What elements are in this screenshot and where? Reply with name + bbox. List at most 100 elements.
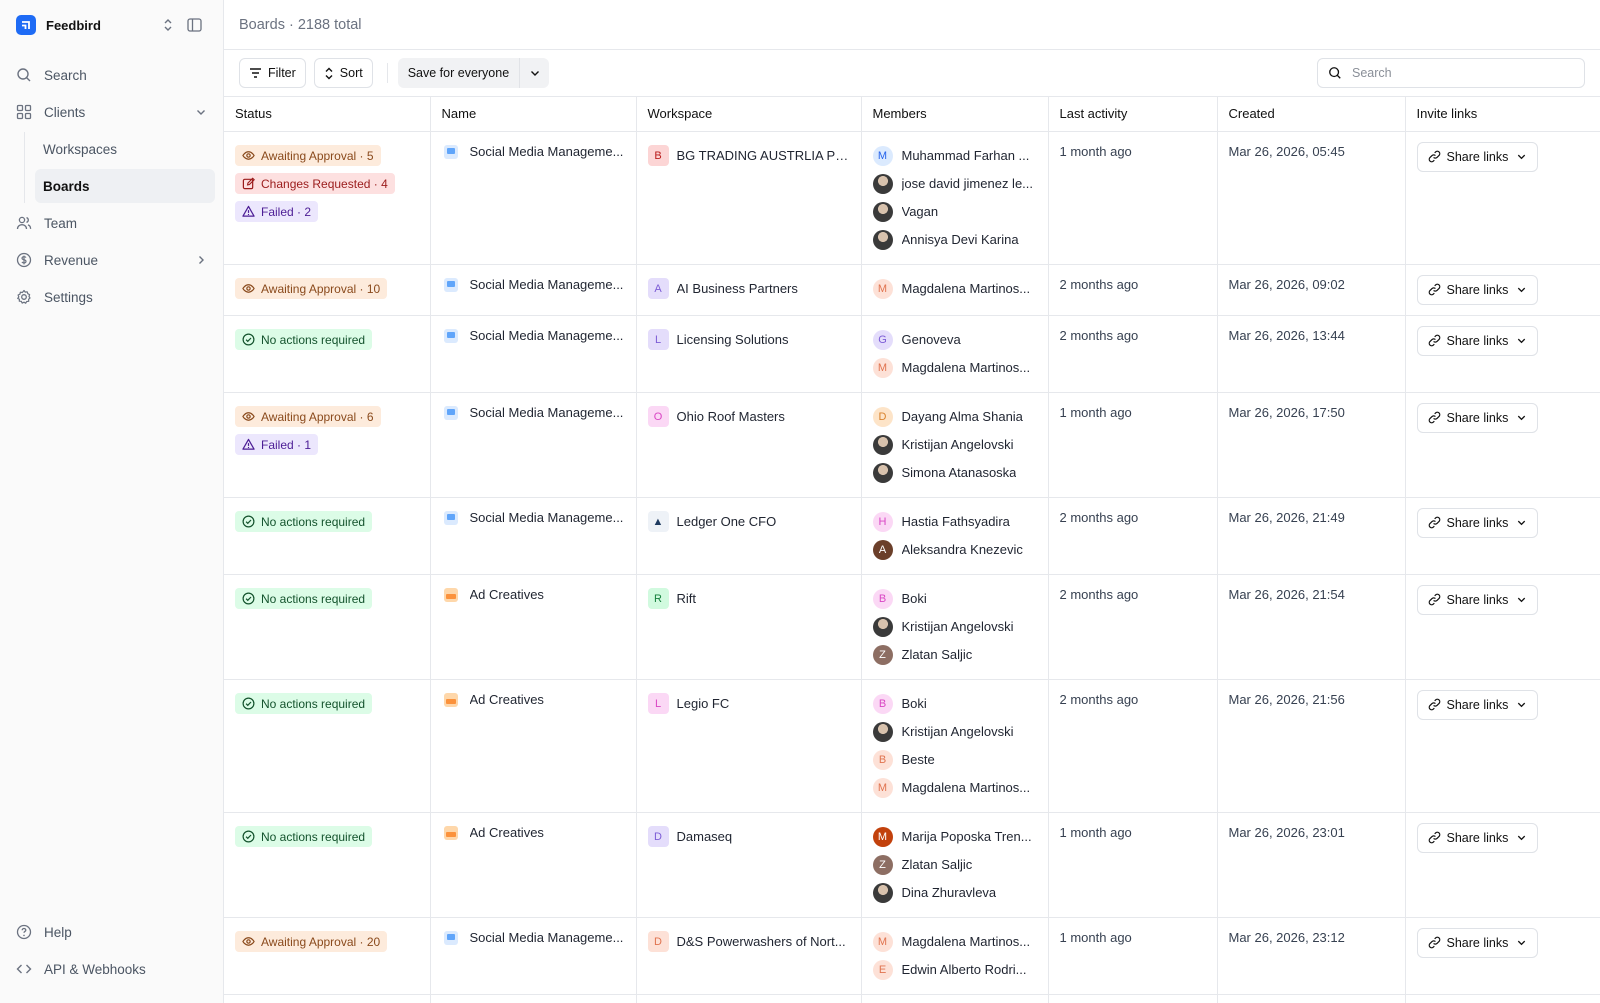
- status-badge-failed[interactable]: Failed · 1: [235, 434, 319, 455]
- workspace-name[interactable]: Damaseq: [677, 829, 733, 844]
- created-date: Mar 26, 2026, 23:01: [1228, 824, 1345, 840]
- sidebar-item-api[interactable]: API & Webhooks: [8, 952, 215, 986]
- workspace-avatar: D: [647, 931, 669, 952]
- board-name-link[interactable]: Social Media Manageme...: [470, 930, 624, 945]
- member-avatar: H: [872, 511, 893, 532]
- board-name-link[interactable]: Social Media Manageme...: [470, 144, 624, 159]
- share-links-button[interactable]: Share links: [1416, 584, 1539, 615]
- share-links-button[interactable]: Share links: [1416, 689, 1539, 720]
- member-avatar: B: [872, 588, 893, 609]
- workspace-name[interactable]: Legio FC: [677, 696, 730, 711]
- board-name-link[interactable]: Social Media Manageme...: [470, 405, 624, 420]
- sidebar-item-label: Boards: [43, 178, 90, 194]
- social-media-icon: [443, 277, 458, 292]
- status-badge-await[interactable]: Awaiting Approval · 6: [235, 406, 381, 427]
- table-row[interactable]: Awaiting Approval · 6 Failed · 1 Social Me…: [224, 392, 1600, 498]
- column-header-created[interactable]: Created: [1217, 97, 1406, 132]
- share-links-button[interactable]: Share links: [1416, 325, 1539, 356]
- status-badge-ok[interactable]: No actions required: [235, 588, 373, 609]
- check-circle-icon: [242, 697, 255, 710]
- board-name-link[interactable]: Social Media Manageme...: [470, 328, 624, 343]
- board-name-link[interactable]: Ad Creatives: [470, 692, 544, 707]
- search-icon: [17, 68, 31, 82]
- search-input[interactable]: [1352, 66, 1574, 80]
- status-cell: No actions required: [224, 679, 431, 813]
- share-links-button[interactable]: Share links: [1416, 141, 1539, 172]
- column-header-workspace[interactable]: Workspace: [636, 97, 862, 132]
- status-badge-await[interactable]: Awaiting Approval · 5: [235, 145, 381, 166]
- table-row[interactable]: No actions required Social Media Manageme…: [224, 315, 1600, 393]
- table-row[interactable]: Awaiting Approval · 5Social Media Manage…: [224, 994, 1600, 1003]
- status-badge-changes[interactable]: Changes Requested · 4: [235, 173, 395, 194]
- table-row[interactable]: Awaiting Approval · 5 Changes Requested ·…: [224, 131, 1600, 265]
- member-name: Vagan: [901, 204, 939, 219]
- workspace-name[interactable]: Feedbird: [46, 18, 155, 33]
- member-avatar: E: [872, 959, 893, 980]
- link-icon: [1428, 150, 1440, 163]
- workspace-name[interactable]: Ohio Roof Masters: [677, 409, 785, 424]
- sidebar-item-workspaces[interactable]: Workspaces: [35, 132, 215, 166]
- workspace-name[interactable]: Licensing Solutions: [677, 332, 789, 347]
- members-cell: M Magdalena Martinos... E Edwin Alberto Rod…: [861, 917, 1049, 995]
- board-name-link[interactable]: Ad Creatives: [470, 587, 544, 602]
- column-header-members[interactable]: Members: [861, 97, 1049, 132]
- sidebar-item-help[interactable]: Help: [8, 915, 215, 949]
- workspace-name[interactable]: Ledger One CFO: [677, 514, 777, 529]
- status-badge-await[interactable]: Awaiting Approval · 20: [235, 931, 388, 952]
- sidebar-item-settings[interactable]: Settings: [8, 280, 215, 314]
- share-links-button[interactable]: Share links: [1416, 927, 1539, 958]
- feedbird-logo-icon: [16, 15, 36, 35]
- name-cell: Social Media Manageme...: [430, 392, 637, 498]
- brand-bar: Feedbird: [0, 0, 223, 50]
- workspace-switcher-chevron-icon[interactable]: [155, 12, 181, 38]
- table-row[interactable]: No actions required Ad Creatives D Damaseq M…: [224, 812, 1600, 918]
- board-name-link[interactable]: Ad Creatives: [470, 825, 544, 840]
- name-cell: Social Media Manageme...: [430, 994, 637, 1003]
- column-header-name[interactable]: Name: [430, 97, 637, 132]
- members-cell: D Dayang Alma Shania Kristijan Angelovski S…: [861, 392, 1049, 498]
- sidebar-item-boards[interactable]: Boards: [35, 169, 215, 203]
- workspace-name[interactable]: AI Business Partners: [677, 281, 798, 296]
- sidebar-item-search[interactable]: Search: [8, 58, 215, 92]
- board-name-link[interactable]: Social Media Manageme...: [470, 510, 624, 525]
- sidebar-item-clients[interactable]: Clients: [8, 95, 215, 129]
- status-badge-ok[interactable]: No actions required: [235, 826, 373, 847]
- table-row[interactable]: Awaiting Approval · 10 Social Media Manag…: [224, 264, 1600, 316]
- column-header-last-activity[interactable]: Last activity: [1048, 97, 1218, 132]
- sidebar-toggle-icon[interactable]: [181, 12, 207, 38]
- table-row[interactable]: No actions required Ad Creatives L Legio FC…: [224, 679, 1600, 813]
- table-row[interactable]: Awaiting Approval · 20 Social Media Manag…: [224, 917, 1600, 995]
- member-avatar: [872, 173, 893, 194]
- share-links-button[interactable]: Share links: [1416, 822, 1539, 853]
- chevron-down-icon: [1518, 287, 1526, 293]
- last-activity-cell: 2 months ago: [1048, 315, 1218, 393]
- share-links-button[interactable]: Share links: [1416, 402, 1539, 433]
- column-header-status[interactable]: Status: [224, 97, 431, 132]
- workspace-name[interactable]: BG TRADING AUSTRLIA PT...: [677, 148, 850, 163]
- share-links-button[interactable]: Share links: [1416, 507, 1539, 538]
- filter-button[interactable]: Filter: [239, 58, 306, 88]
- sidebar-item-revenue[interactable]: Revenue: [8, 243, 215, 277]
- sort-button[interactable]: Sort: [313, 58, 373, 88]
- board-name-link[interactable]: Social Media Manageme...: [470, 277, 624, 292]
- table-row[interactable]: No actions required Ad Creatives R Rift B Bok…: [224, 574, 1600, 680]
- created-cell: Mar 26, 2026, 21:54: [1217, 574, 1406, 680]
- save-view-button[interactable]: Save for everyone: [397, 58, 550, 88]
- status-badge-failed[interactable]: Failed · 2: [235, 201, 319, 222]
- status-badge-await[interactable]: Awaiting Approval · 10: [235, 278, 388, 299]
- clients-submenu: Workspaces Boards: [24, 132, 215, 203]
- member-avatar: B: [872, 693, 893, 714]
- status-badge-ok[interactable]: No actions required: [235, 511, 373, 532]
- sidebar-item-team[interactable]: Team: [8, 206, 215, 240]
- chevron-down-icon[interactable]: [519, 58, 549, 88]
- status-badge-ok[interactable]: No actions required: [235, 329, 373, 350]
- table-row[interactable]: No actions required Social Media Manageme…: [224, 497, 1600, 575]
- status-badge-ok[interactable]: No actions required: [235, 693, 373, 714]
- column-header-invite-links[interactable]: Invite links: [1405, 97, 1600, 132]
- workspace-name[interactable]: Rift: [677, 591, 697, 606]
- member-name: Magdalena Martinos...: [901, 934, 1031, 949]
- last-activity-cell: 1 month ago: [1048, 917, 1218, 995]
- last-activity: 1 month ago: [1059, 143, 1132, 159]
- workspace-name[interactable]: D&S Powerwashers of Nort...: [677, 934, 846, 949]
- share-links-button[interactable]: Share links: [1416, 274, 1539, 305]
